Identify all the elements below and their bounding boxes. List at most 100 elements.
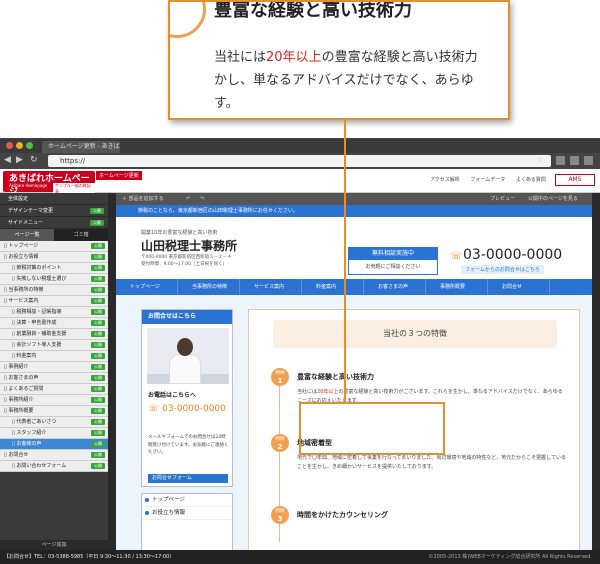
page-list-item[interactable]: ▯ 税務相談・記帳指導 公開 xyxy=(0,307,108,318)
tab-bar: ホームページ更新 - あきば... xyxy=(0,139,600,153)
page-label: 代表者ごあいさつ xyxy=(16,419,57,425)
nav-features[interactable]: 当事務所の特徴 xyxy=(178,279,240,295)
address-input[interactable]: https:// xyxy=(48,155,551,167)
sidebar-item-theme[interactable]: デザインテーマ変更 公開 xyxy=(0,205,108,217)
page-label: 事務所紹介 xyxy=(8,397,34,403)
page-label: 税務相談・記帳指導 xyxy=(16,309,62,315)
page-list-item[interactable]: ▯ お問合せ 公開 xyxy=(0,450,108,461)
add-part-button[interactable]: ＋ 部品を追加する xyxy=(122,193,164,205)
feature-badge-icon: 特徴 1 xyxy=(271,368,289,386)
notice-bar: 節税のことなら、東京都新宿区の山田税理士事務所にお任せください。 xyxy=(116,205,592,217)
contact-box: お問合せはこちら お電話はこちらへ ☏ 03-0000-0000 メールやフォー… xyxy=(141,309,233,487)
right-gutter xyxy=(592,193,600,550)
page-list-item[interactable]: ▯ お問い合わせフォーム 公開 xyxy=(0,461,108,472)
status-badge: 公開 xyxy=(90,220,104,226)
phone-icon: ☏ xyxy=(450,251,463,262)
app-logo[interactable]: あきばれホームページ Akibare Homepage サンプル一般の株記表 xyxy=(3,171,95,197)
page-list-item[interactable]: ▯ 当事務所の特徴 公開 xyxy=(0,285,108,296)
form-data-link[interactable]: フォームデータ xyxy=(470,177,505,183)
page-list-item[interactable]: ▯ スタッフ紹介 公開 xyxy=(0,428,108,439)
page-label: スタッフ紹介 xyxy=(16,430,47,436)
status-badge: 公開 xyxy=(91,243,105,249)
status-badge: 公開 xyxy=(91,276,105,282)
page-list-item[interactable]: ▯ 事例紹介 公開 xyxy=(0,362,108,373)
view-published-button[interactable]: 公開中のページを見る xyxy=(528,193,578,205)
profile-icon[interactable] xyxy=(570,156,579,165)
bookmark-star-icon[interactable]: ☆ xyxy=(536,155,545,164)
zoom-text: 当社には20年以上の豊富な経験と高い技術力 かし、単なるアドバイスだけでなく、あ… xyxy=(214,50,478,111)
status-badge: 公開 xyxy=(91,298,105,304)
zoom-callout: 豊富な経験と高い技術力 当社には20年以上の豊富な経験と高い技術力 かし、単なる… xyxy=(168,0,510,120)
left-nav-top[interactable]: トップページ xyxy=(142,494,232,507)
forward-icon[interactable]: ▶ xyxy=(16,155,23,165)
tab-trash[interactable]: ゴミ箱 xyxy=(54,229,108,241)
browser-tab[interactable]: ホームページ更新 - あきば... xyxy=(42,141,120,153)
contact-description: メールやフォームでのお問合せは24時間受け付けています。お気軽にご連絡ください。 xyxy=(148,435,229,455)
page-list-item[interactable]: ▯ 代表者ごあいさつ 公開 xyxy=(0,417,108,428)
nav-contact[interactable]: お問合せ xyxy=(488,279,550,295)
consult-banner[interactable]: 無料相談実施中 お気軽にご相談ください xyxy=(348,247,438,275)
site-tagline: 開業10年の豊富な経験と高い技術 xyxy=(141,230,218,236)
faq-link[interactable]: よくある質問 xyxy=(516,177,546,183)
ams-logo[interactable]: AMS xyxy=(555,174,595,186)
page-list-item[interactable]: ▯ サービス案内 公開 xyxy=(0,296,108,307)
page-list: ▯ トップページ 公開 ▯ お役立ち情報 公開 ▯ 節税対策のポイント 公開 ▯ 失敗しない… xyxy=(0,241,108,472)
back-icon[interactable]: ◀ xyxy=(4,155,11,165)
status-badge: 公開 xyxy=(91,265,105,271)
close-window-icon[interactable] xyxy=(6,142,13,149)
sidebar: 全体設定 デザインテーマ変更 公開 サイドメニュー 公開 ページ一覧 ゴミ箱 ▯ ト… xyxy=(0,193,108,550)
feature-badge-icon: 特徴 2 xyxy=(271,434,289,452)
nav-pricing[interactable]: 料金案内 xyxy=(302,279,364,295)
reload-icon[interactable]: ↻ xyxy=(30,155,38,165)
nav-top[interactable]: トップページ xyxy=(116,279,178,295)
page-list-item[interactable]: ▯ 失敗しない税理士選び 公開 xyxy=(0,274,108,285)
page-list-item[interactable]: ▯ 会計ソフト導入支援 公開 xyxy=(0,340,108,351)
maximize-window-icon[interactable] xyxy=(26,142,33,149)
status-badge: 公開 xyxy=(91,397,105,403)
status-badge: 公開 xyxy=(91,463,105,469)
nav-voices[interactable]: お客さまの声 xyxy=(364,279,426,295)
page-label: 会計ソフト導入支援 xyxy=(16,342,62,348)
page-label: 決算・申告書作成 xyxy=(16,320,57,326)
page-list-item[interactable]: ▯ 節税対策のポイント 公開 xyxy=(0,263,108,274)
callout-connector xyxy=(344,120,346,402)
status-badge: 公開 xyxy=(91,342,105,348)
redo-icon[interactable]: ↷ xyxy=(200,193,204,205)
page-list-item[interactable]: ▯ 創業融資・補助金支援 公開 xyxy=(0,329,108,340)
tab-page-list[interactable]: ページ一覧 xyxy=(0,229,54,241)
page-list-item[interactable]: ▯ 決算・申告書作成 公開 xyxy=(0,318,108,329)
sidebar-item-side-menu[interactable]: サイドメニュー 公開 xyxy=(0,217,108,229)
page-list-item[interactable]: ▯ よくあるご質問 公開 xyxy=(0,384,108,395)
url-bar: ◀ ▶ ↻ https:// ☆ xyxy=(0,153,600,169)
page-list-item[interactable]: ▯ お客さまの声 公開 xyxy=(0,373,108,384)
minimize-window-icon[interactable] xyxy=(16,142,23,149)
page-list-item[interactable]: ▯ 事務所紹介 公開 xyxy=(0,395,108,406)
header-phone: 03-0000-0000 xyxy=(463,247,563,263)
page-list-item[interactable]: ▯ 事務所概要 公開 xyxy=(0,406,108,417)
sidebar-item-settings[interactable]: 全体設定 xyxy=(0,193,108,205)
page-list-item[interactable]: ▯ お客様の声 公開 xyxy=(0,439,108,450)
status-bar: 【お問合せ】TEL：03-5388-5985（平日 9:30～11:30 / 1… xyxy=(0,550,600,564)
extension-icon[interactable] xyxy=(556,156,565,165)
page-list-item[interactable]: ▯ お役立ち情報 公開 xyxy=(0,252,108,263)
access-analysis-link[interactable]: アクセス解析 xyxy=(430,177,460,183)
page-list-item[interactable]: ▯ 料金案内 公開 xyxy=(0,351,108,362)
undo-icon[interactable]: ↶ xyxy=(186,193,190,205)
global-nav: トップページ 当事務所の特徴 サービス案内 料金案内 お客さまの声 事務所概要 … xyxy=(116,279,592,295)
add-page-button[interactable]: ページ追加 xyxy=(0,540,108,550)
page-list-item[interactable]: ▯ トップページ 公開 xyxy=(0,241,108,252)
firm-name: 山田税理士事務所 xyxy=(141,239,238,253)
sidebar-tabs: ページ一覧 ゴミ箱 xyxy=(0,229,108,241)
header-links: アクセス解析 フォームデータ よくある質問 xyxy=(430,176,555,183)
nav-services[interactable]: サービス案内 xyxy=(240,279,302,295)
page-label: サービス案内 xyxy=(8,298,39,304)
contact-form-button[interactable]: お問合せフォーム xyxy=(148,474,228,483)
preview-button[interactable]: プレビュー xyxy=(490,193,515,205)
page-label: お客さまの声 xyxy=(8,375,39,381)
nav-about[interactable]: 事務所概要 xyxy=(426,279,488,295)
collapse-sidebar-handle[interactable] xyxy=(108,193,116,550)
form-link[interactable]: フォームからのお問合せはこちら xyxy=(461,265,544,274)
menu-icon[interactable] xyxy=(584,156,593,165)
staff-photo xyxy=(147,328,229,384)
left-nav-tips[interactable]: お役立ち情報 xyxy=(142,507,232,520)
